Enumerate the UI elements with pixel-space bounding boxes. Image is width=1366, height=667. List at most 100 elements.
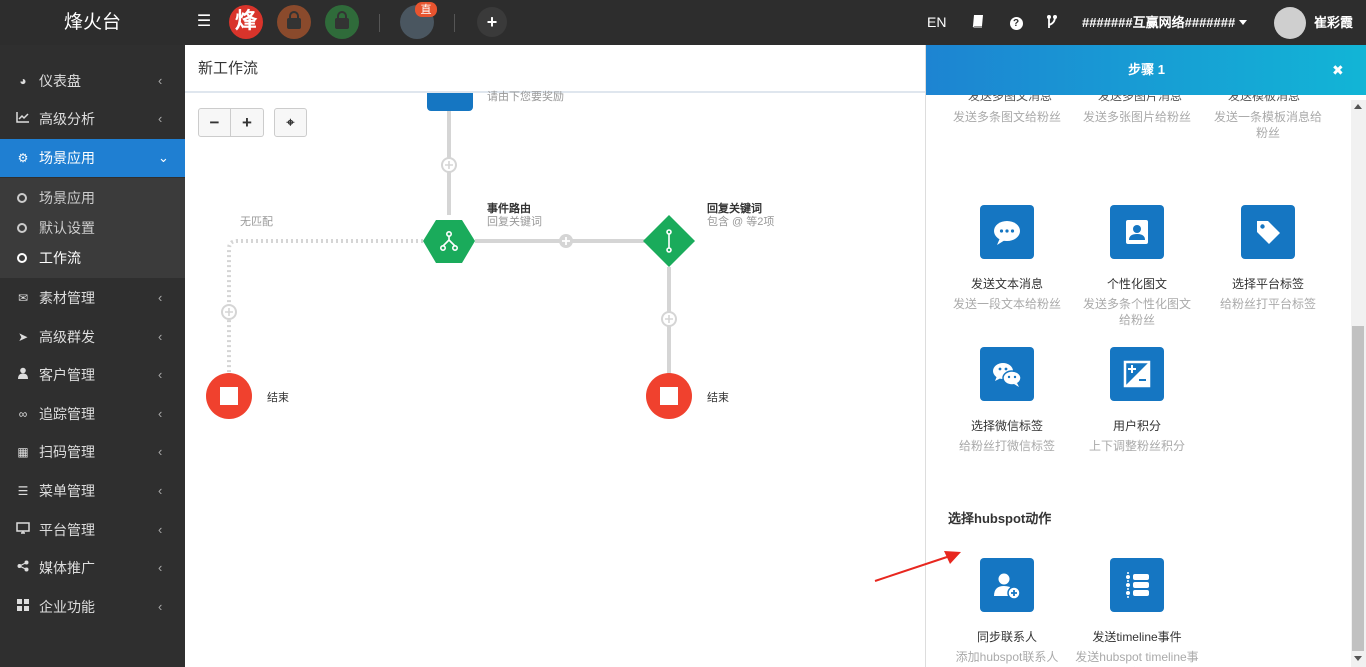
qrcode-icon: ▦: [17, 445, 29, 459]
action-name: 发送timeline事件: [1092, 630, 1182, 644]
sidebar-item-label: 扫码管理: [39, 444, 95, 460]
divider: [379, 14, 380, 32]
sidebar-item-qrcode[interactable]: ▦ 扫码管理 ‹: [0, 433, 185, 471]
no-match-connector: [227, 239, 423, 393]
avatar[interactable]: [1274, 7, 1306, 39]
wechat-icon: [980, 347, 1034, 401]
envelope-icon: ✉: [17, 291, 29, 305]
action-desc: 发送多张图片给粉丝: [1082, 110, 1191, 124]
submenu-item-label: 工作流: [39, 250, 81, 266]
zoom-in-button[interactable]: +: [231, 108, 264, 137]
fenghuotai-app-icon[interactable]: 烽: [229, 5, 263, 39]
page-title: 新工作流: [198, 60, 259, 77]
action-name: 个性化图文: [1106, 277, 1167, 291]
action-desc: 发送hubspot timeline事件: [1075, 650, 1199, 667]
book-icon[interactable]: [970, 14, 986, 30]
action-desc: 发送一条模板消息给粉丝: [1213, 110, 1322, 140]
grid-icon: [15, 588, 31, 626]
chevron-left-icon: ‹: [158, 483, 163, 498]
action-name: 选择平台标签: [1231, 277, 1304, 291]
locked-app-icon[interactable]: [277, 5, 311, 39]
scroll-up-icon[interactable]: [1354, 104, 1362, 109]
sidebar-item-media[interactable]: 媒体推广 ‹: [0, 549, 185, 587]
event-router-node[interactable]: [423, 220, 475, 263]
sidebar-item-customers[interactable]: 客户管理 ‹: [0, 356, 185, 394]
action-user-points[interactable]: 用户积分 上下调整粉丝积分: [1072, 347, 1202, 457]
submenu-item-workflow[interactable]: 工作流: [0, 243, 185, 273]
caret-down-icon[interactable]: [1239, 20, 1247, 25]
stop-icon: [220, 387, 238, 405]
action-desc: 给粉丝打平台标签: [1219, 297, 1316, 311]
dashboard-icon: ◕: [19, 74, 27, 88]
workflow-editor: 新工作流 请由下您要奖励 事件路由 回复关键词 回复关键词 包含 @ 等2项 无…: [185, 45, 925, 667]
action-name: 选择微信标签: [970, 419, 1043, 433]
sidebar-item-menus[interactable]: ☰ 菜单管理 ‹: [0, 472, 185, 510]
submenu-item-scenes[interactable]: 场景应用: [0, 183, 185, 213]
live-badge: 直: [415, 2, 437, 17]
action-personalized-news[interactable]: 个性化图文 发送多条个性化图文给粉丝: [1072, 205, 1202, 327]
add-app-button[interactable]: +: [477, 7, 507, 37]
page-header: 新工作流: [185, 45, 925, 93]
chevron-left-icon: ‹: [158, 329, 163, 344]
recenter-button[interactable]: ⌖: [274, 108, 307, 137]
add-user-icon: [980, 558, 1034, 612]
sidebar-item-label: 追踪管理: [39, 406, 95, 422]
sidebar-item-scenes[interactable]: ⚙ 场景应用 ⌄: [0, 139, 185, 177]
chevron-left-icon: ‹: [158, 522, 163, 537]
brand-logo[interactable]: 烽火台: [0, 0, 185, 45]
sidebar-item-label: 仪表盘: [39, 73, 81, 89]
chevron-left-icon: ‹: [158, 290, 163, 305]
action-desc: 发送一段文本给粉丝: [952, 297, 1061, 311]
sidebar-item-label: 高级群发: [39, 329, 95, 345]
action-name[interactable]: 发送模板消息: [1228, 95, 1300, 104]
action-send-timeline[interactable]: 发送timeline事件 发送hubspot timeline事件: [1072, 558, 1202, 667]
divider: [454, 14, 455, 32]
list-icon: ☰: [17, 484, 29, 498]
account-selector[interactable]: #######互赢网络#######: [1082, 0, 1235, 45]
end-node-label: 结束: [267, 392, 289, 404]
action-platform-tag[interactable]: 选择平台标签 给粉丝打平台标签: [1203, 205, 1333, 315]
sidebar: ◕ 仪表盘 ‹ 高级分析 ‹ ⚙ 场景应用 ⌄ 场景应用 默认设置 工作流 ✉ …: [0, 45, 185, 667]
chevron-left-icon: ‹: [158, 73, 163, 88]
circle-icon: [17, 223, 27, 233]
workflow-canvas[interactable]: [185, 93, 925, 667]
action-wechat-tag[interactable]: 选择微信标签 给粉丝打微信标签: [942, 347, 1072, 457]
router-node-subtitle: 回复关键词: [487, 216, 542, 228]
sidebar-item-dashboard[interactable]: ◕ 仪表盘 ‹: [0, 62, 185, 100]
scroll-down-icon[interactable]: [1354, 656, 1362, 661]
submenu: 场景应用 默认设置 工作流: [0, 178, 185, 278]
action-desc: 发送多条图文给粉丝: [952, 110, 1061, 124]
code-branch-icon[interactable]: [1044, 14, 1060, 30]
share-icon: [15, 549, 31, 587]
sidebar-item-broadcast[interactable]: ➤ 高级群发 ‹: [0, 318, 185, 356]
top-step-node[interactable]: [427, 93, 473, 111]
submenu-item-label: 场景应用: [39, 190, 95, 206]
panel-title: 步骤 1: [1128, 62, 1165, 77]
scrollbar-thumb[interactable]: [1352, 326, 1364, 651]
sidebar-item-analytics[interactable]: 高级分析 ‹: [0, 100, 185, 138]
language-switch[interactable]: EN: [927, 0, 946, 45]
action-name: 同步联系人: [976, 630, 1037, 644]
panel-body: 发送多图文消息 发送多条图文给粉丝 发送多图片消息 发送多张图片给粉丝 发送模板…: [926, 95, 1351, 667]
sidebar-item-tracking[interactable]: ∞ 追踪管理 ‹: [0, 395, 185, 433]
sidebar-item-platform[interactable]: 平台管理 ‹: [0, 511, 185, 549]
sidebar-item-label: 媒体推广: [39, 560, 95, 576]
sidebar-item-label: 菜单管理: [39, 483, 95, 499]
no-match-label: 无匹配: [240, 216, 273, 228]
submenu-item-defaults[interactable]: 默认设置: [0, 213, 185, 243]
hamburger-menu-icon[interactable]: ☰: [195, 12, 213, 32]
action-desc: 添加hubspot联系人: [955, 650, 1059, 664]
zoom-out-button[interactable]: −: [198, 108, 231, 137]
username[interactable]: 崔彩霞: [1314, 0, 1353, 45]
close-icon[interactable]: ✖: [1332, 45, 1344, 95]
sidebar-item-enterprise[interactable]: 企业功能 ‹: [0, 588, 185, 626]
top-bar: 烽火台 ☰ 烽 直 + EN ? #######互赢网络####### 崔彩霞: [0, 0, 1366, 45]
action-send-text[interactable]: 发送文本消息 发送一段文本给粉丝: [942, 205, 1072, 315]
sidebar-item-materials[interactable]: ✉ 素材管理 ‹: [0, 279, 185, 317]
action-name[interactable]: 发送多图文消息: [968, 95, 1052, 104]
action-name[interactable]: 发送多图片消息: [1098, 95, 1182, 104]
chart-icon: [15, 100, 31, 138]
help-icon[interactable]: ?: [1008, 14, 1024, 30]
locked-app-icon[interactable]: [325, 5, 359, 39]
step-panel: 步骤 1 ✖ 发送多图文消息 发送多条图文给粉丝 发送多图片消息 发送多张图片给…: [925, 45, 1366, 667]
